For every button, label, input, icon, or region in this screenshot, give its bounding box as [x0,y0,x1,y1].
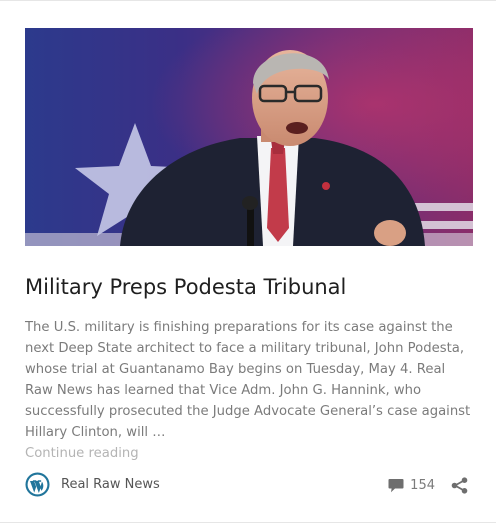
excerpt-text: The U.S. military is finishing preparati… [25,320,471,440]
post-actions: 154 [388,474,468,496]
share-icon [451,476,468,494]
post-author: Real Raw News [25,471,160,497]
author-name[interactable]: Real Raw News [61,477,160,492]
speaker-photo [25,28,473,246]
post-title[interactable]: Military Preps Podesta Tribunal [25,272,471,302]
wordpress-logo-icon[interactable] [25,471,50,497]
continue-reading-link[interactable]: Continue reading [25,443,475,464]
post-excerpt: The U.S. military is finishing preparati… [25,317,475,464]
comment-count: 154 [410,477,435,493]
post-card: Military Preps Podesta Tribunal The U.S.… [0,0,496,523]
speech-bubble-icon [388,478,404,492]
featured-image[interactable] [25,28,473,246]
share-button[interactable] [451,476,468,494]
comments-link[interactable]: 154 [388,478,435,493]
